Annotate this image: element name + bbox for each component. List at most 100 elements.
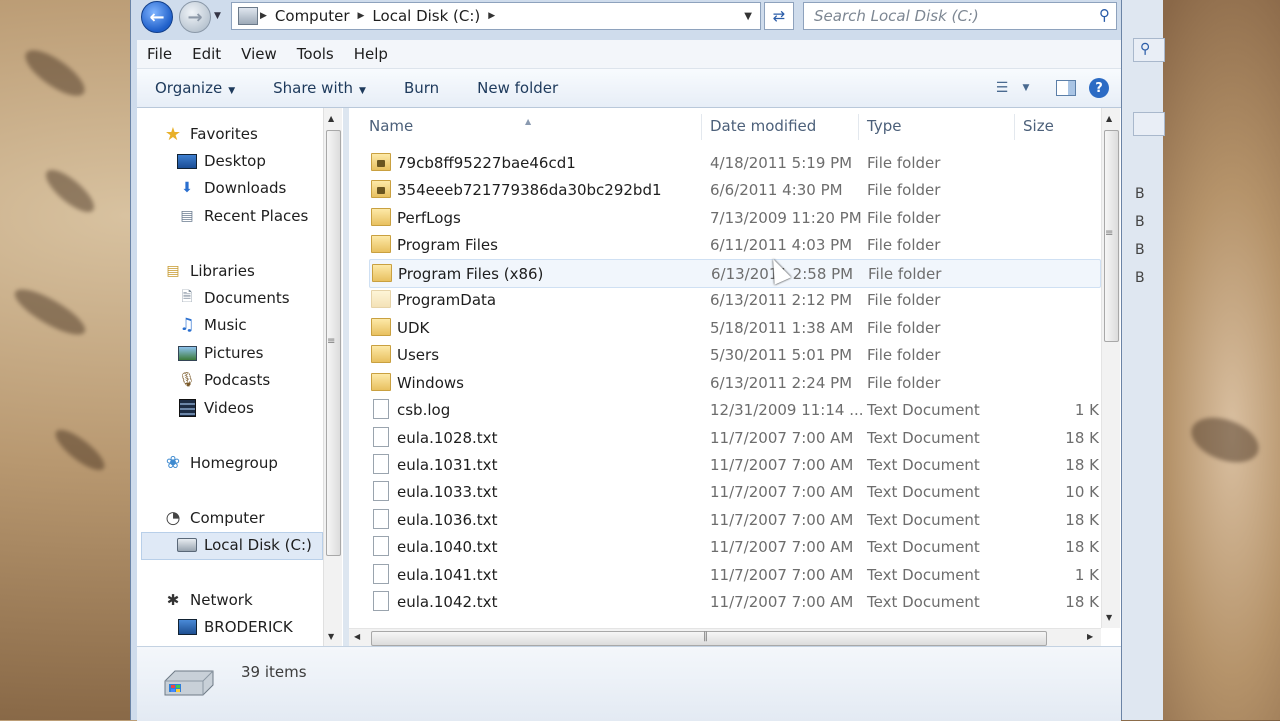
file-date-modified: 6/6/2011 4:30 PM (710, 181, 843, 200)
file-row[interactable]: Program Files 6/11/2011 4:03 PM File folde… (369, 231, 1099, 258)
file-row[interactable]: eula.1040.txt 11/7/2007 7:00 AM Text Docum… (369, 533, 1099, 560)
menu-edit[interactable]: Edit (182, 45, 231, 63)
column-divider[interactable] (701, 114, 702, 140)
recent-pages-dropdown[interactable]: ▼ (214, 11, 221, 21)
file-row[interactable]: PerfLogs 7/13/2009 11:20 PM File folder (369, 204, 1099, 231)
breadcrumb-local-disk[interactable]: Local Disk (C:) (366, 7, 486, 25)
breadcrumb-separator[interactable]: ▶ (356, 11, 367, 21)
nav-libraries[interactable]: ▤ Libraries (163, 259, 254, 283)
new-folder-button[interactable]: New folder (459, 79, 578, 97)
nav-broderick[interactable]: BRODERICK (177, 615, 293, 639)
nav-recent-places[interactable]: ▤ Recent Places (177, 204, 308, 228)
scroll-up-arrow-icon[interactable]: ▲ (328, 114, 334, 123)
text-document-icon (373, 508, 389, 529)
file-row[interactable]: 79cb8ff95227bae46cd1 4/18/2011 5:19 PM Fil… (369, 149, 1099, 176)
address-dropdown[interactable]: ▼ (744, 11, 752, 22)
file-row[interactable]: Program Files (x86) 6/13/2011 2:58 PM File… (369, 258, 1101, 288)
column-header-size[interactable]: Size (1023, 117, 1054, 135)
file-row[interactable]: eula.1042.txt 11/7/2007 7:00 AM Text Docum… (369, 588, 1099, 615)
folder-icon (371, 235, 391, 254)
menu-help[interactable]: Help (344, 45, 398, 63)
burn-button[interactable]: Burn (386, 79, 459, 97)
file-row[interactable]: eula.1028.txt 11/7/2007 7:00 AM Text Docum… (369, 424, 1099, 451)
nav-local-disk[interactable]: Local Disk (C:) (177, 533, 312, 557)
menu-view[interactable]: View (231, 45, 287, 63)
lock-icon (377, 160, 385, 167)
search-icon[interactable]: ⚲ (1099, 6, 1110, 24)
nav-favorites[interactable]: ★ Favorites (163, 122, 258, 146)
scroll-up-arrow-icon[interactable]: ▲ (1106, 114, 1112, 123)
nav-downloads[interactable]: ⬇ Downloads (177, 176, 286, 200)
column-header-name[interactable]: Name (369, 117, 413, 135)
documents-icon: 🗎 (181, 289, 193, 305)
file-date-modified: 11/7/2007 7:00 AM (710, 565, 854, 584)
file-name: 354eeeb721779386da30bc292bd1 (397, 181, 662, 200)
folder-icon (372, 263, 392, 282)
address-bar[interactable]: ▶ Computer ▶ Local Disk (C:) ▶ ▼ (231, 2, 761, 30)
back-button[interactable]: ← (141, 1, 173, 33)
nav-favorites-label: Favorites (190, 125, 258, 143)
computer-icon: ◔ (165, 508, 181, 528)
navigation-pane: ★ Favorites Desktop ⬇ Downloads ▤ Recent… (137, 108, 343, 646)
file-row[interactable]: UDK 5/18/2011 1:38 AM File folder (369, 314, 1099, 341)
nav-music[interactable]: ♫ Music (177, 313, 246, 337)
scroll-left-arrow-icon[interactable]: ◀ (354, 632, 360, 641)
column-divider[interactable] (1014, 114, 1015, 140)
search-box[interactable]: Search Local Disk (C:) ⚲ (803, 2, 1117, 30)
column-divider[interactable] (858, 114, 859, 140)
file-date-modified: 11/7/2007 7:00 AM (710, 510, 854, 529)
nav-computer[interactable]: ◔ Computer (163, 506, 265, 530)
folder-icon (371, 290, 391, 309)
nav-scrollbar[interactable]: ▲ ≡ ▼ (323, 108, 342, 646)
breadcrumb-separator[interactable]: ▶ (258, 11, 269, 21)
scroll-down-arrow-icon[interactable]: ▼ (328, 632, 334, 641)
nav-pictures[interactable]: Pictures (177, 341, 263, 365)
file-row[interactable]: ProgramData 6/13/2011 2:12 PM File folder (369, 286, 1099, 313)
nav-documents[interactable]: 🗎 Documents (177, 286, 289, 310)
nav-podcasts-label: Podcasts (204, 371, 271, 389)
file-row[interactable]: eula.1031.txt 11/7/2007 7:00 AM Text Docum… (369, 451, 1099, 478)
background-window-search: ⚲ (1133, 38, 1165, 62)
column-header-type[interactable]: Type (867, 117, 901, 135)
share-with-button[interactable]: Share with ▼ (255, 79, 386, 97)
refresh-button[interactable]: ⇄ (764, 2, 794, 30)
file-row[interactable]: csb.log 12/31/2009 11:14 ... Text Document… (369, 396, 1099, 423)
file-list-scrollbar[interactable]: ▲ ≡ ▼ (1101, 108, 1120, 628)
nav-homegroup[interactable]: ❀ Homegroup (163, 451, 278, 475)
views-dropdown[interactable]: ▼ (1017, 76, 1035, 100)
file-name: Program Files (x86) (398, 264, 544, 283)
breadcrumb-separator[interactable]: ▶ (486, 11, 497, 21)
file-row[interactable]: eula.1033.txt 11/7/2007 7:00 AM Text Docum… (369, 478, 1099, 505)
views-button[interactable]: ☰ (987, 76, 1017, 100)
file-size: 1 K (1074, 401, 1099, 420)
preview-pane-icon (1056, 80, 1076, 96)
breadcrumb-computer[interactable]: Computer (269, 7, 356, 25)
nav-podcasts[interactable]: 🎙 Podcasts (177, 368, 270, 392)
file-row[interactable]: Windows 6/13/2011 2:24 PM File folder (369, 369, 1099, 396)
nav-desktop[interactable]: Desktop (177, 149, 266, 173)
nav-videos[interactable]: Videos (177, 396, 254, 420)
scrollbar-grip-icon: ‖ (703, 631, 708, 642)
nav-local-disk-label: Local Disk (C:) (204, 536, 312, 554)
file-row[interactable]: eula.1036.txt 11/7/2007 7:00 AM Text Docum… (369, 506, 1099, 533)
horizontal-scrollbar[interactable]: ◀ ‖ ▶ (349, 628, 1101, 647)
search-input[interactable]: Search Local Disk (C:) (804, 7, 979, 25)
scroll-right-arrow-icon[interactable]: ▶ (1087, 632, 1093, 641)
nav-network[interactable]: ✱ Network (163, 588, 253, 612)
column-header-date[interactable]: Date modified (710, 117, 816, 135)
file-row[interactable]: 354eeeb721779386da30bc292bd1 6/6/2011 4:3… (369, 176, 1099, 203)
scroll-down-arrow-icon[interactable]: ▼ (1106, 613, 1112, 622)
preview-pane-button[interactable] (1051, 76, 1081, 100)
file-row[interactable]: Users 5/30/2011 5:01 PM File folder (369, 341, 1099, 368)
scrollbar-grip-icon: ≡ (327, 336, 336, 347)
nav-recent-places-label: Recent Places (204, 207, 309, 225)
file-row[interactable]: eula.1041.txt 11/7/2007 7:00 AM Text Docum… (369, 561, 1099, 588)
menu-tools[interactable]: Tools (287, 45, 344, 63)
menu-file[interactable]: File (137, 45, 182, 63)
recent-places-icon: ▤ (180, 208, 194, 224)
horizontal-scrollbar-thumb[interactable] (371, 631, 1047, 646)
file-size: 18 K (1065, 593, 1099, 612)
forward-button[interactable]: → (179, 1, 211, 33)
organize-button[interactable]: Organize ▼ (137, 79, 255, 97)
help-icon[interactable]: ? (1089, 78, 1109, 98)
